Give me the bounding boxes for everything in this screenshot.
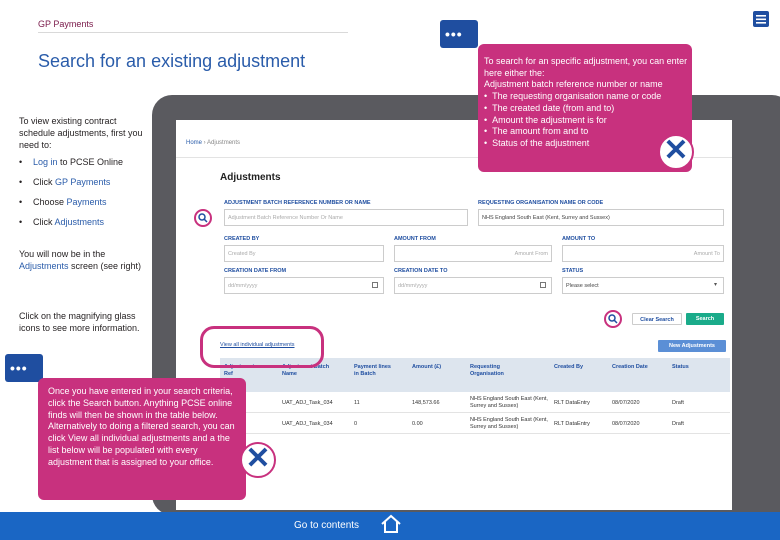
date-to-input[interactable]: dd/mm/yyyy [394,277,552,294]
clear-search-button[interactable]: Clear Search [632,313,682,325]
amount-from-label: AMOUNT FROM [394,236,436,242]
chat-bubble-icon[interactable]: ••• [5,354,43,382]
created-by-input[interactable]: Created By [224,245,384,262]
amount-to-input[interactable]: Amount To [562,245,724,262]
login-link[interactable]: Log in [33,157,58,167]
close-icon[interactable]: ✕ [658,134,694,170]
org-input[interactable]: NHS England South East (Kent, Surrey and… [478,209,724,226]
breadcrumb-home[interactable]: Home [186,140,202,146]
header-divider [38,32,348,33]
view-all-highlight [200,326,324,368]
status-label: STATUS [562,268,584,274]
amount-to-label: AMOUNT TO [562,236,596,242]
steps-list: • Log in to PCSE Online • Click GP Payment… [19,157,169,237]
column-header[interactable]: Payment lines in Batch [354,364,394,378]
magnifying-glass-icon[interactable] [194,209,212,227]
ref-input[interactable]: Adjustment Batch Reference Number Or Nam… [224,209,468,226]
screen-title: Adjustments [220,172,281,183]
go-to-contents-link[interactable]: Go to contents [294,520,359,531]
search-button[interactable]: Search [686,313,724,325]
column-header[interactable]: Creation Date [612,364,652,371]
intro-text: To view existing contract schedule adjus… [19,116,143,150]
close-icon[interactable]: ✕ [240,442,276,478]
breadcrumb-current: Adjustments [207,140,241,146]
payments-link[interactable]: Payments [67,197,107,207]
step-login: • Log in to PCSE Online [19,157,124,167]
calendar-icon[interactable] [540,282,546,288]
column-header[interactable]: Created By [554,364,594,371]
table-row[interactable]: 043 UAT_ADJ_Task_034 11 148,573.66 NHS E… [220,393,730,413]
magnifier-hint-text: Click on the magnifying glass icons to s… [19,311,140,333]
page-title: Search for an existing adjustment [38,51,306,71]
status-select[interactable]: Please select [562,277,724,294]
menu-icon[interactable] [752,10,772,30]
amount-from-input[interactable]: Amount From [394,245,552,262]
column-header[interactable]: Requesting Organisation [470,364,530,378]
adjustments-screen-text: You will now be in the Adjustments scree… [19,249,142,271]
chevron-down-icon: ▾ [714,282,718,288]
date-from-input[interactable]: dd/mm/yyyy [224,277,384,294]
date-from-label: CREATION DATE FROM [224,268,287,274]
new-adjustments-button[interactable]: New Adjustments [658,340,726,352]
step-adjustments: • Click Adjustments [19,217,105,227]
calendar-icon[interactable] [372,282,378,288]
ref-label: ADJUSTMENT BATCH REFERENCE NUMBER OR NAM… [224,200,371,206]
table-row[interactable]: 042 UAT_ADJ_Task_034 0 0.00 NHS England … [220,414,730,434]
column-header[interactable]: Amount (£) [412,364,462,371]
breadcrumb: Home › Adjustments [186,140,241,146]
step-gp-payments: • Click GP Payments [19,177,111,187]
home-icon[interactable] [380,514,402,539]
gp-payments-link[interactable]: GP Payments [55,177,110,187]
step-payments: • Choose Payments [19,197,107,207]
date-to-label: CREATION DATE TO [394,268,448,274]
adjustments-link[interactable]: Adjustments [55,217,105,227]
search-results-bubble: Once you have entered in your search cri… [38,378,246,500]
magnifying-glass-icon[interactable] [604,310,622,328]
org-label: REQUESTING ORGANISATION NAME OR CODE [478,200,604,206]
chat-bubble-icon[interactable]: ••• [440,20,478,48]
column-header[interactable]: Status [672,364,712,371]
created-by-label: CREATED BY [224,236,260,242]
section-label: GP Payments [38,19,94,29]
